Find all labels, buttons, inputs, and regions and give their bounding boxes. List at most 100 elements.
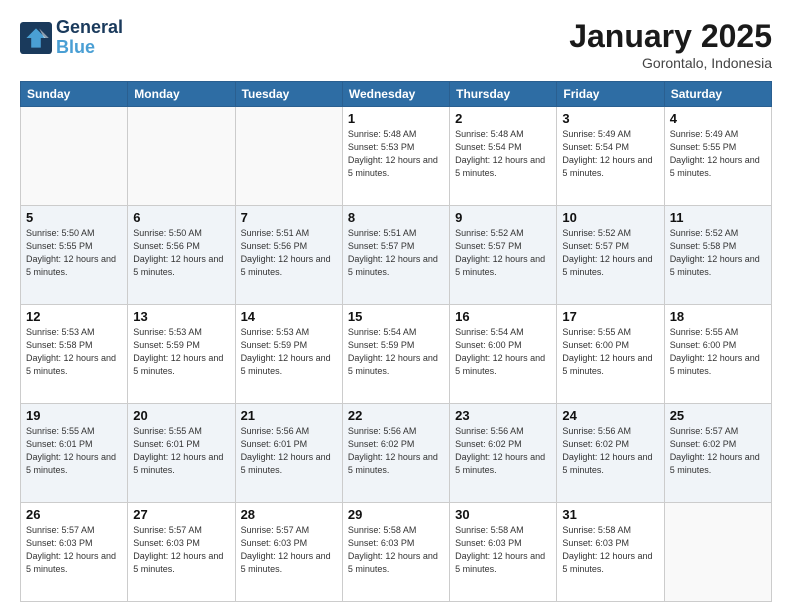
cell-day-number: 22	[348, 408, 444, 423]
calendar-cell: 4 Sunrise: 5:49 AM Sunset: 5:55 PM Daylig…	[664, 107, 771, 206]
cell-day-number: 24	[562, 408, 658, 423]
col-tuesday: Tuesday	[235, 82, 342, 107]
calendar-cell: 1 Sunrise: 5:48 AM Sunset: 5:53 PM Daylig…	[342, 107, 449, 206]
header: General Blue January 2025 Gorontalo, Ind…	[20, 18, 772, 71]
calendar-cell: 10Sunrise: 5:52 AM Sunset: 5:57 PM Dayli…	[557, 206, 664, 305]
cell-info: Sunrise: 5:57 AM Sunset: 6:03 PM Dayligh…	[241, 524, 337, 576]
cell-day-number: 23	[455, 408, 551, 423]
col-friday: Friday	[557, 82, 664, 107]
cell-day-number: 25	[670, 408, 766, 423]
calendar-cell: 26 Sunrise: 5:57 AM Sunset: 6:03 PM Dayli…	[21, 503, 128, 602]
calendar-cell: 5 Sunrise: 5:50 AM Sunset: 5:55 PM Daylig…	[21, 206, 128, 305]
cell-info: Sunrise: 5:54 AM Sunset: 5:59 PM Dayligh…	[348, 326, 444, 378]
calendar-cell: 20 Sunrise: 5:55 AM Sunset: 6:01 PM Dayli…	[128, 404, 235, 503]
calendar-cell: 21 Sunrise: 5:56 AM Sunset: 6:01 PM Dayli…	[235, 404, 342, 503]
cell-info: Sunrise: 5:53 AM Sunset: 5:59 PM Dayligh…	[133, 326, 229, 378]
cell-info: Sunrise: 5:48 AM Sunset: 5:53 PM Dayligh…	[348, 128, 444, 180]
cell-day-number: 4	[670, 111, 766, 126]
cell-day-number: 17	[562, 309, 658, 324]
calendar-cell: 13Sunrise: 5:53 AM Sunset: 5:59 PM Dayli…	[128, 305, 235, 404]
calendar-cell: 28 Sunrise: 5:57 AM Sunset: 6:03 PM Dayli…	[235, 503, 342, 602]
calendar-cell	[128, 107, 235, 206]
cell-info: Sunrise: 5:52 AM Sunset: 5:57 PM Dayligh…	[455, 227, 551, 279]
cell-day-number: 14	[241, 309, 337, 324]
calendar-cell	[664, 503, 771, 602]
calendar-cell: 11 Sunrise: 5:52 AM Sunset: 5:58 PM Dayli…	[664, 206, 771, 305]
col-monday: Monday	[128, 82, 235, 107]
cell-info: Sunrise: 5:51 AM Sunset: 5:56 PM Dayligh…	[241, 227, 337, 279]
cell-info: Sunrise: 5:57 AM Sunset: 6:02 PM Dayligh…	[670, 425, 766, 477]
calendar: Sunday Monday Tuesday Wednesday Thursday…	[20, 81, 772, 602]
calendar-cell: 6 Sunrise: 5:50 AM Sunset: 5:56 PM Daylig…	[128, 206, 235, 305]
calendar-cell	[21, 107, 128, 206]
cell-info: Sunrise: 5:49 AM Sunset: 5:55 PM Dayligh…	[670, 128, 766, 180]
calendar-cell: 8 Sunrise: 5:51 AM Sunset: 5:57 PM Daylig…	[342, 206, 449, 305]
calendar-cell: 18 Sunrise: 5:55 AM Sunset: 6:00 PM Dayli…	[664, 305, 771, 404]
title-block: January 2025 Gorontalo, Indonesia	[569, 18, 772, 71]
cell-info: Sunrise: 5:57 AM Sunset: 6:03 PM Dayligh…	[133, 524, 229, 576]
calendar-cell: 9 Sunrise: 5:52 AM Sunset: 5:57 PM Daylig…	[450, 206, 557, 305]
location: Gorontalo, Indonesia	[569, 55, 772, 71]
logo: General Blue	[20, 18, 123, 58]
calendar-cell: 17Sunrise: 5:55 AM Sunset: 6:00 PM Dayli…	[557, 305, 664, 404]
cell-info: Sunrise: 5:57 AM Sunset: 6:03 PM Dayligh…	[26, 524, 122, 576]
calendar-cell: 2 Sunrise: 5:48 AM Sunset: 5:54 PM Daylig…	[450, 107, 557, 206]
cell-day-number: 16	[455, 309, 551, 324]
cell-day-number: 9	[455, 210, 551, 225]
cell-day-number: 19	[26, 408, 122, 423]
logo-text: General Blue	[56, 18, 123, 58]
week-row-5: 26 Sunrise: 5:57 AM Sunset: 6:03 PM Dayli…	[21, 503, 772, 602]
calendar-cell: 30Sunrise: 5:58 AM Sunset: 6:03 PM Dayli…	[450, 503, 557, 602]
calendar-cell: 19 Sunrise: 5:55 AM Sunset: 6:01 PM Dayli…	[21, 404, 128, 503]
calendar-cell: 24Sunrise: 5:56 AM Sunset: 6:02 PM Dayli…	[557, 404, 664, 503]
cell-day-number: 28	[241, 507, 337, 522]
week-row-2: 5 Sunrise: 5:50 AM Sunset: 5:55 PM Daylig…	[21, 206, 772, 305]
cell-day-number: 12	[26, 309, 122, 324]
col-thursday: Thursday	[450, 82, 557, 107]
cell-info: Sunrise: 5:56 AM Sunset: 6:01 PM Dayligh…	[241, 425, 337, 477]
week-row-4: 19 Sunrise: 5:55 AM Sunset: 6:01 PM Dayli…	[21, 404, 772, 503]
calendar-cell: 29Sunrise: 5:58 AM Sunset: 6:03 PM Dayli…	[342, 503, 449, 602]
cell-day-number: 20	[133, 408, 229, 423]
calendar-cell: 15Sunrise: 5:54 AM Sunset: 5:59 PM Dayli…	[342, 305, 449, 404]
cell-day-number: 1	[348, 111, 444, 126]
cell-info: Sunrise: 5:50 AM Sunset: 5:55 PM Dayligh…	[26, 227, 122, 279]
calendar-cell: 22Sunrise: 5:56 AM Sunset: 6:02 PM Dayli…	[342, 404, 449, 503]
calendar-cell: 3Sunrise: 5:49 AM Sunset: 5:54 PM Daylig…	[557, 107, 664, 206]
cell-day-number: 3	[562, 111, 658, 126]
cell-info: Sunrise: 5:48 AM Sunset: 5:54 PM Dayligh…	[455, 128, 551, 180]
calendar-cell: 14 Sunrise: 5:53 AM Sunset: 5:59 PM Dayli…	[235, 305, 342, 404]
calendar-cell: 16Sunrise: 5:54 AM Sunset: 6:00 PM Dayli…	[450, 305, 557, 404]
calendar-cell: 27Sunrise: 5:57 AM Sunset: 6:03 PM Dayli…	[128, 503, 235, 602]
calendar-cell: 31Sunrise: 5:58 AM Sunset: 6:03 PM Dayli…	[557, 503, 664, 602]
col-saturday: Saturday	[664, 82, 771, 107]
cell-info: Sunrise: 5:53 AM Sunset: 5:59 PM Dayligh…	[241, 326, 337, 378]
cell-day-number: 8	[348, 210, 444, 225]
logo-icon	[20, 22, 52, 54]
cell-info: Sunrise: 5:51 AM Sunset: 5:57 PM Dayligh…	[348, 227, 444, 279]
week-row-3: 12 Sunrise: 5:53 AM Sunset: 5:58 PM Dayli…	[21, 305, 772, 404]
cell-day-number: 7	[241, 210, 337, 225]
calendar-cell: 7 Sunrise: 5:51 AM Sunset: 5:56 PM Daylig…	[235, 206, 342, 305]
month-title: January 2025	[569, 18, 772, 55]
header-row: Sunday Monday Tuesday Wednesday Thursday…	[21, 82, 772, 107]
cell-info: Sunrise: 5:53 AM Sunset: 5:58 PM Dayligh…	[26, 326, 122, 378]
cell-info: Sunrise: 5:52 AM Sunset: 5:57 PM Dayligh…	[562, 227, 658, 279]
cell-info: Sunrise: 5:55 AM Sunset: 6:01 PM Dayligh…	[26, 425, 122, 477]
cell-day-number: 26	[26, 507, 122, 522]
cell-info: Sunrise: 5:58 AM Sunset: 6:03 PM Dayligh…	[455, 524, 551, 576]
cell-info: Sunrise: 5:50 AM Sunset: 5:56 PM Dayligh…	[133, 227, 229, 279]
cell-info: Sunrise: 5:55 AM Sunset: 6:01 PM Dayligh…	[133, 425, 229, 477]
calendar-cell: 12 Sunrise: 5:53 AM Sunset: 5:58 PM Dayli…	[21, 305, 128, 404]
col-wednesday: Wednesday	[342, 82, 449, 107]
cell-info: Sunrise: 5:52 AM Sunset: 5:58 PM Dayligh…	[670, 227, 766, 279]
cell-day-number: 5	[26, 210, 122, 225]
cell-day-number: 11	[670, 210, 766, 225]
cell-info: Sunrise: 5:56 AM Sunset: 6:02 PM Dayligh…	[455, 425, 551, 477]
cell-day-number: 2	[455, 111, 551, 126]
cell-day-number: 21	[241, 408, 337, 423]
calendar-cell	[235, 107, 342, 206]
cell-day-number: 18	[670, 309, 766, 324]
cell-info: Sunrise: 5:55 AM Sunset: 6:00 PM Dayligh…	[670, 326, 766, 378]
cell-day-number: 6	[133, 210, 229, 225]
